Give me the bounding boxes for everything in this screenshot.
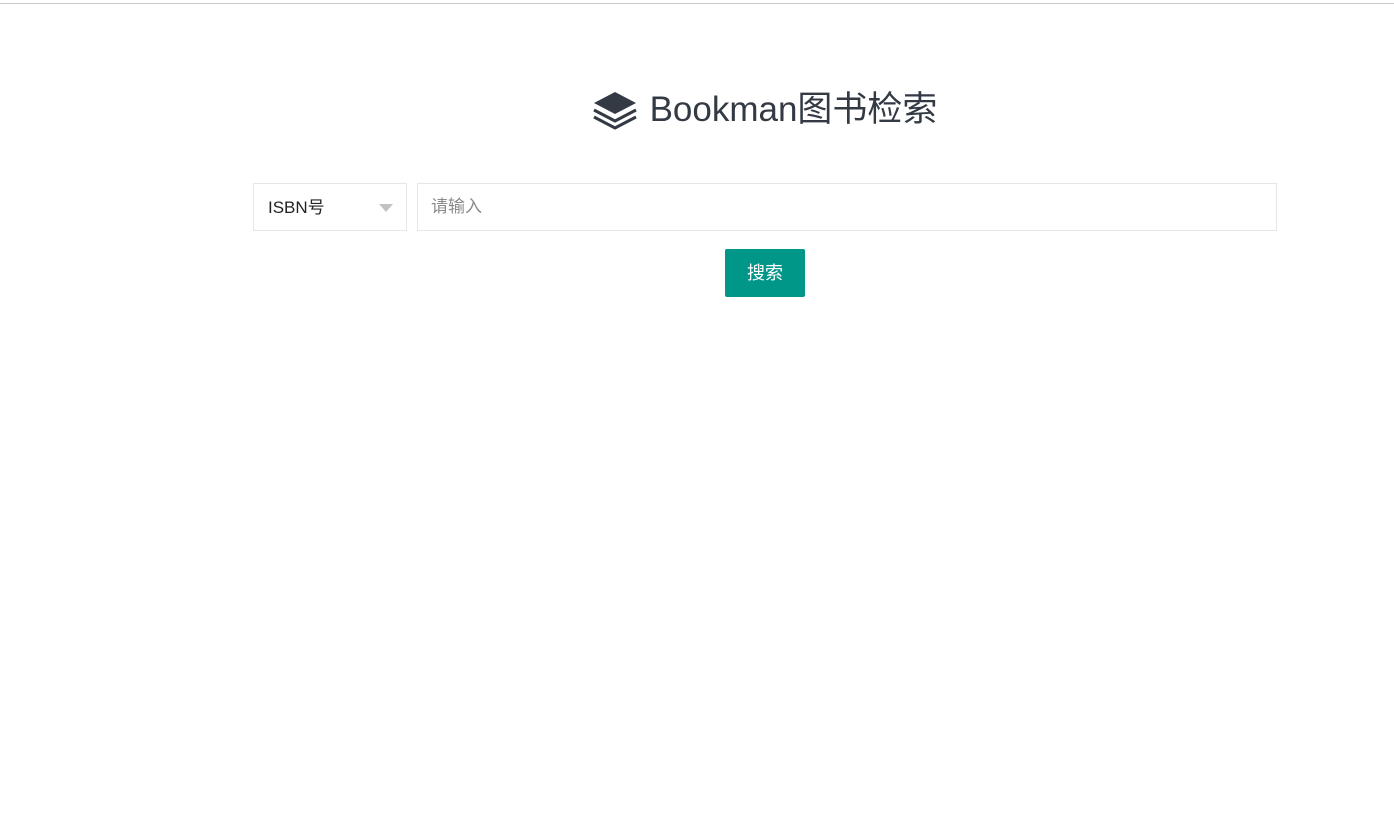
search-form: ISBN号 xyxy=(253,183,1277,231)
top-divider xyxy=(0,3,1394,4)
search-type-value: ISBN号 xyxy=(268,198,325,217)
search-button[interactable]: 搜索 xyxy=(725,249,805,297)
page-header: Bookman图书检索 xyxy=(0,86,1394,134)
search-type-select[interactable]: ISBN号 xyxy=(253,183,407,231)
layers-stack-icon xyxy=(592,89,638,131)
page-title: Bookman图书检索 xyxy=(649,90,938,129)
caret-down-icon xyxy=(379,204,393,212)
search-input[interactable] xyxy=(417,183,1277,231)
